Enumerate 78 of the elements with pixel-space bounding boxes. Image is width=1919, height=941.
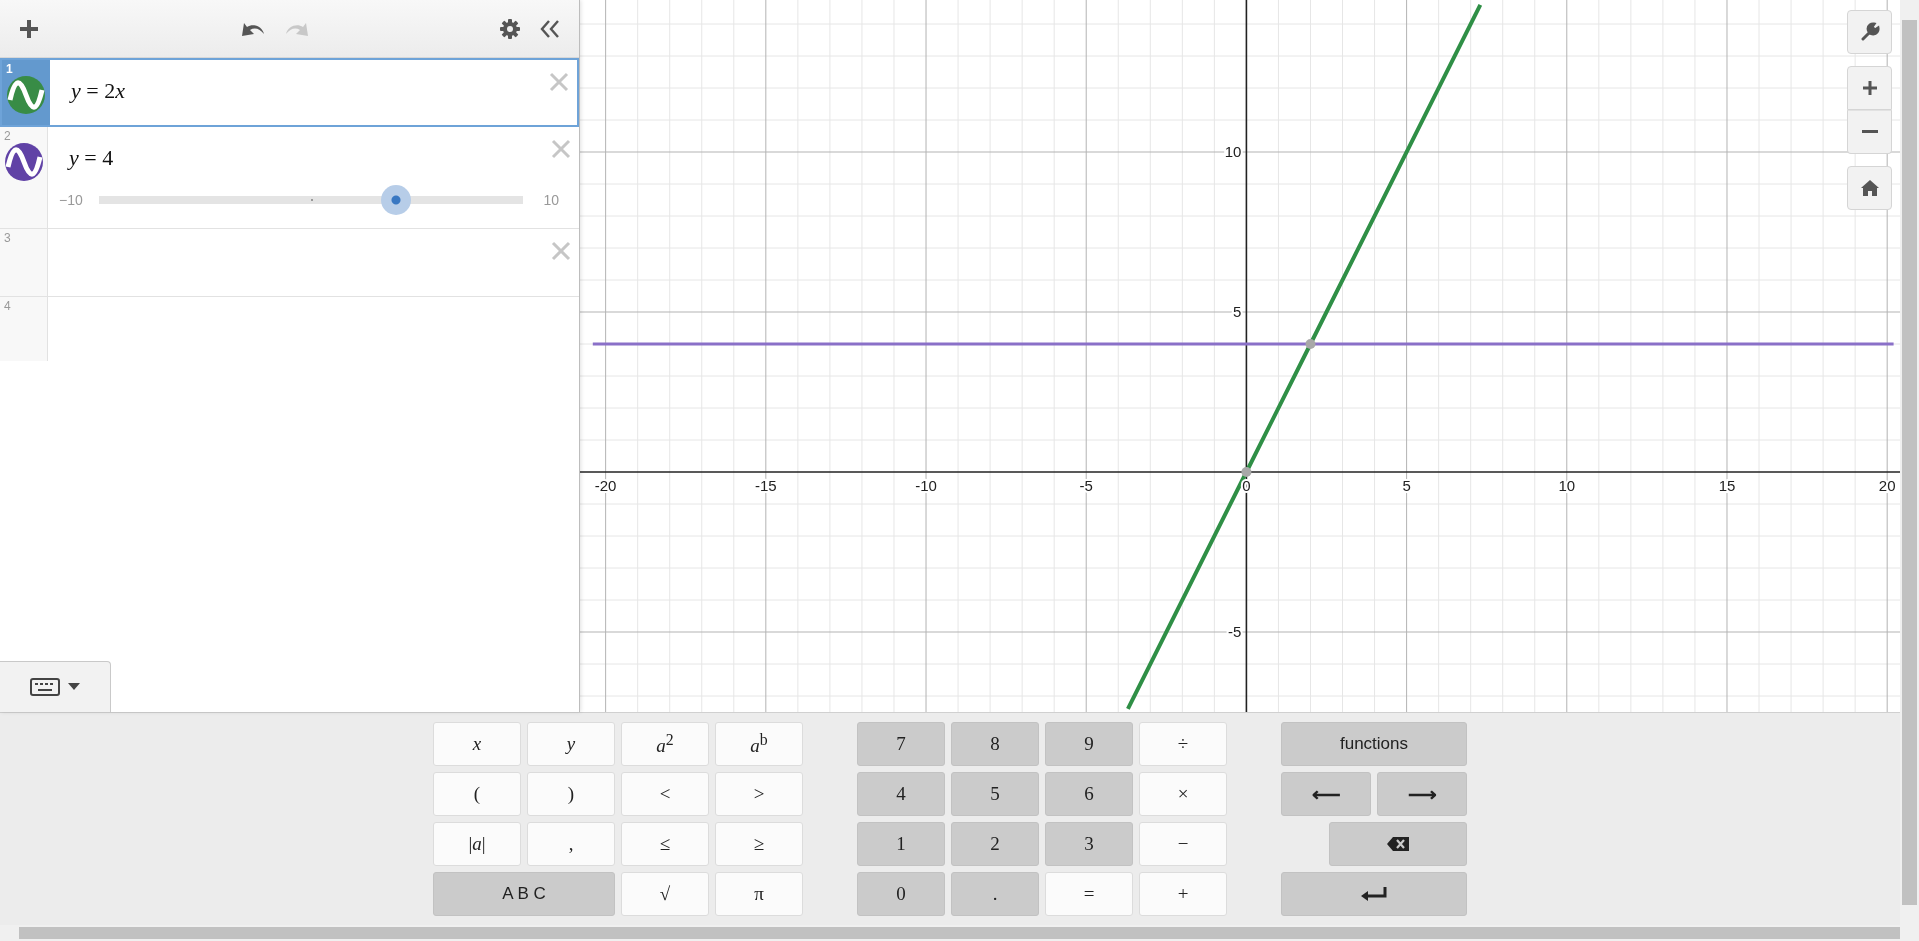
- digit-key[interactable]: 0: [857, 872, 945, 916]
- digit-key[interactable]: 2: [951, 822, 1039, 866]
- x-tick-label: 15: [1718, 477, 1736, 494]
- math-key[interactable]: a$^{2}$: [621, 722, 709, 766]
- arrow-key[interactable]: ⟵: [1281, 772, 1371, 816]
- math-key[interactable]: |a|: [433, 822, 521, 866]
- caret-icon: [68, 683, 80, 691]
- add-icon[interactable]: [18, 17, 40, 40]
- symbol-key[interactable]: >: [715, 772, 803, 816]
- expression-number: 1: [6, 62, 13, 76]
- symbol-key[interactable]: (: [433, 772, 521, 816]
- wave-icon[interactable]: [7, 76, 45, 114]
- x-tick-label: -20: [594, 477, 617, 494]
- expression-row[interactable]: 2 y = 4 −10 10: [0, 127, 579, 229]
- y-tick-label: 5: [1233, 303, 1242, 320]
- x-tick-label: 5: [1402, 477, 1411, 494]
- y-tick-label: 10: [1224, 143, 1242, 160]
- functions-key[interactable]: functions: [1281, 722, 1467, 766]
- digit-key[interactable]: 6: [1045, 772, 1133, 816]
- home-button[interactable]: [1847, 166, 1892, 210]
- keyboard-icon: [30, 678, 60, 696]
- wave-icon[interactable]: [5, 143, 43, 181]
- plus-icon: [1861, 80, 1878, 96]
- intersection-point[interactable]: [1241, 467, 1252, 477]
- digit-key[interactable]: 5: [951, 772, 1039, 816]
- wrench-icon: [1859, 22, 1880, 42]
- arrow-key[interactable]: ⟶: [1377, 772, 1467, 816]
- expression-number: 3: [4, 231, 11, 245]
- vertical-scrollbar[interactable]: [1900, 0, 1919, 925]
- symbol-key[interactable]: ≤: [621, 822, 709, 866]
- zoom-in-button[interactable]: [1847, 66, 1892, 110]
- symbol-key[interactable]: +: [1139, 872, 1227, 916]
- expression-input[interactable]: y = 4: [69, 145, 579, 171]
- letters-key[interactable]: A B C: [433, 872, 615, 916]
- expression-input[interactable]: y = 2x: [71, 78, 577, 104]
- digit-key[interactable]: 9: [1045, 722, 1133, 766]
- symbol-key[interactable]: −: [1139, 822, 1227, 866]
- symbol-key[interactable]: <: [621, 772, 709, 816]
- digit-key[interactable]: 4: [857, 772, 945, 816]
- backspace-key[interactable]: [1329, 822, 1467, 866]
- digit-key[interactable]: 7: [857, 722, 945, 766]
- expression-number: 2: [4, 129, 11, 143]
- horizontal-scrollbar[interactable]: [0, 925, 1919, 941]
- symbol-key[interactable]: ÷: [1139, 722, 1227, 766]
- symbol-key[interactable]: π: [715, 872, 803, 916]
- intersection-point[interactable]: [1305, 339, 1316, 349]
- x-tick-label: -10: [915, 477, 937, 494]
- math-key[interactable]: a$^{b}$: [715, 722, 803, 766]
- variable-key[interactable]: y: [527, 722, 615, 766]
- slider-min-label: −10: [59, 192, 83, 208]
- backspace-icon: [1387, 837, 1409, 851]
- x-tick-label: -5: [1079, 477, 1093, 494]
- slider-thumb[interactable]: [381, 185, 411, 215]
- settings-button[interactable]: [1847, 10, 1892, 54]
- enter-icon: [1360, 886, 1388, 902]
- minus-icon: [1861, 130, 1878, 134]
- digit-key[interactable]: 3: [1045, 822, 1133, 866]
- digit-key[interactable]: 1: [857, 822, 945, 866]
- x-tick-label: 20: [1878, 477, 1896, 494]
- digit-key[interactable]: .: [951, 872, 1039, 916]
- x-tick-label: -15: [755, 477, 777, 494]
- symbol-key[interactable]: ×: [1139, 772, 1227, 816]
- settings-icon[interactable]: [499, 17, 521, 40]
- slider-max-label: 10: [543, 192, 559, 208]
- digit-key[interactable]: 8: [951, 722, 1039, 766]
- keyboard-toggle-button[interactable]: [0, 661, 111, 712]
- expression-number: 4: [4, 299, 11, 313]
- zoom-out-button[interactable]: [1847, 110, 1892, 154]
- symbol-key[interactable]: ,: [527, 822, 615, 866]
- home-icon: [1859, 179, 1880, 197]
- symbol-key[interactable]: =: [1045, 872, 1133, 916]
- variable-key[interactable]: x: [433, 722, 521, 766]
- symbol-key[interactable]: ≥: [715, 822, 803, 866]
- expression-row[interactable]: 1 y = 2x: [0, 58, 579, 127]
- y-tick-label: -5: [1228, 623, 1242, 640]
- symbol-key[interactable]: ): [527, 772, 615, 816]
- x-tick-label: 10: [1558, 477, 1576, 494]
- symbol-key[interactable]: √: [621, 872, 709, 916]
